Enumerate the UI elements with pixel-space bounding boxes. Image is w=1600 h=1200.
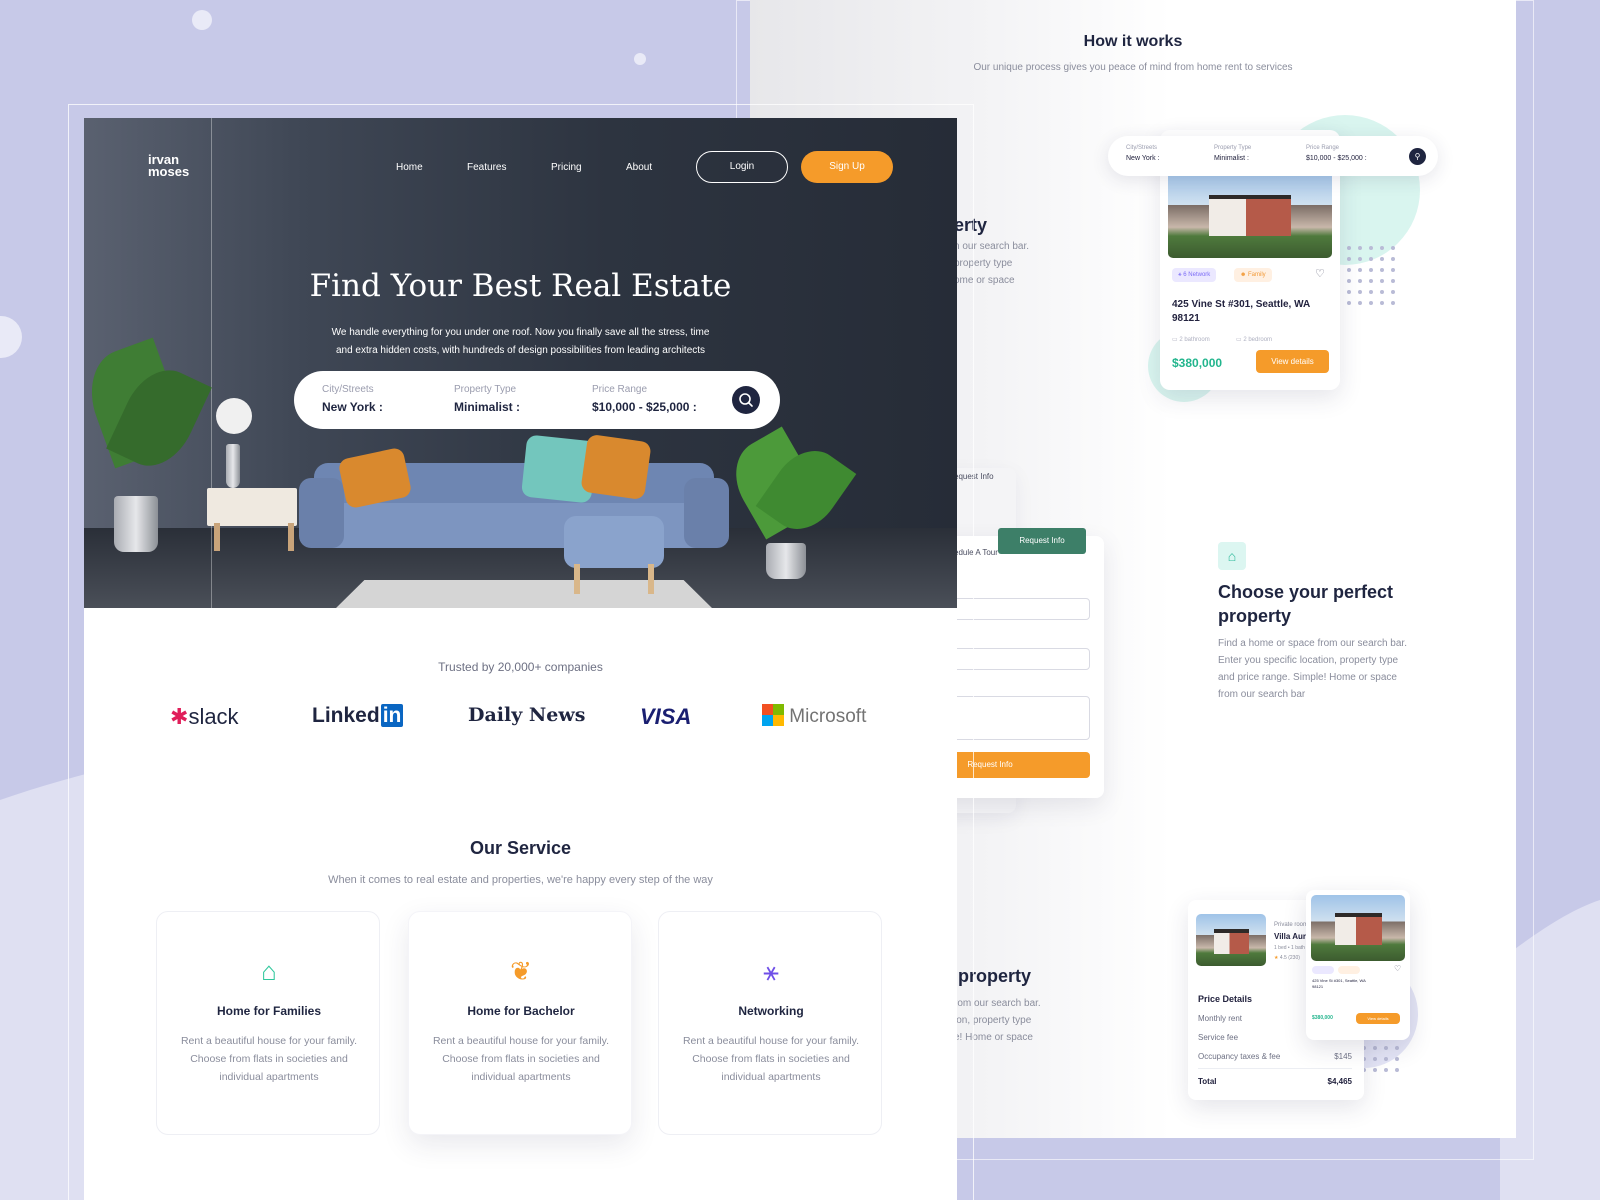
divider [1198, 1068, 1352, 1069]
pillow [580, 433, 652, 501]
mini-property-address: 425 Vine St #301, Seattle, WA 98121 [1312, 978, 1366, 989]
city-select[interactable]: City/Streets New York : [322, 384, 383, 414]
vase [226, 444, 240, 488]
service-card-bachelor[interactable]: ❦ Home for Bachelor Rent a beautiful hou… [408, 911, 632, 1135]
tag-network [1312, 966, 1334, 974]
ottoman-leg [648, 564, 654, 594]
property-search-bar: City/Streets New York : Property Type Mi… [294, 371, 780, 429]
login-button[interactable]: Login [696, 151, 788, 183]
price-details-title: Price Details [1198, 994, 1253, 1004]
visa-logo: VISA [640, 704, 692, 729]
service-card-families[interactable]: ⌂ Home for Families Rent a beautiful hou… [156, 911, 380, 1135]
decor-dot [192, 10, 212, 30]
sofa-arm [299, 478, 344, 548]
mini-type-field[interactable]: Property Type Minimalist : [1214, 145, 1251, 162]
trusted-by-text: Trusted by 20,000+ companies [438, 660, 603, 674]
search-icon[interactable]: ⚲ [1409, 148, 1426, 165]
tag-family: ☻ Family [1234, 268, 1272, 282]
bathroom-count: ▭ 2 bathroom [1172, 337, 1210, 343]
tag-network: ⚹ 6 Network [1172, 268, 1217, 282]
family-icon: ☻ [1240, 272, 1248, 278]
search-icon [739, 393, 753, 407]
room-meta: 1 bed • 1 bath [1274, 945, 1305, 951]
microsoft-icon [762, 704, 784, 726]
step2-text: Find a home or space from our search bar… [1218, 638, 1407, 700]
service-card-networking[interactable]: ⚹ Networking Rent a beautiful house for … [658, 911, 882, 1135]
nav-about[interactable]: About [626, 162, 652, 173]
room-type-label: Private room [1274, 922, 1309, 928]
tag-family [1338, 966, 1360, 974]
service-description: Rent a beautiful house for your family. … [180, 1035, 358, 1083]
hero-rug [334, 580, 714, 608]
mini-price-field[interactable]: Price Range $10,000 - $25,000 : [1306, 145, 1367, 162]
service-description: Rent a beautiful house for your family. … [432, 1035, 610, 1083]
step2-heading: Choose your perfect property [1218, 582, 1394, 626]
property-price: $380,000 [1172, 356, 1223, 370]
tab-request-info[interactable]: Request Info [998, 528, 1086, 554]
decor-dot [634, 53, 646, 65]
side-table [207, 488, 297, 526]
plant-pot [766, 543, 806, 579]
room-image [1196, 914, 1266, 966]
bedroom-count: ▭ 2 bedroom [1236, 337, 1273, 343]
view-details-button[interactable]: View details [1256, 350, 1329, 373]
how-it-works-subtitle: Our unique process gives you peace of mi… [973, 62, 1293, 73]
property-image [1311, 895, 1405, 961]
room-name: Villa Aura [1274, 932, 1311, 941]
house-icon: ⌂ [261, 956, 277, 986]
price-row: Occupancy taxes & fee $145 [1198, 1052, 1352, 1061]
heart-icon[interactable]: ♡ [1394, 964, 1401, 973]
signup-button[interactable]: Sign Up [801, 151, 893, 183]
mini-property-card[interactable]: ♡ 425 Vine St #301, Seattle, WA 98121 $3… [1306, 890, 1410, 1040]
heart-icon[interactable]: ♡ [1315, 267, 1325, 280]
balloons-icon: ❦ [510, 956, 532, 986]
slack-icon: ✱ [170, 704, 189, 729]
nav-features[interactable]: Features [467, 162, 506, 173]
nav-home[interactable]: Home [396, 162, 423, 173]
mini-property-price: $380,000 [1312, 1015, 1333, 1021]
table-leg [288, 523, 294, 551]
property-type-select[interactable]: Property Type Minimalist : [454, 384, 520, 414]
how-it-works-title: How it works [1083, 33, 1183, 50]
microsoft-logo: Microsoft [762, 704, 866, 728]
property-address: 425 Vine St #301, Seattle, WA 98121 [1172, 299, 1310, 324]
hero-subtitle: We handle everything for you under one r… [331, 327, 710, 356]
service-description: Rent a beautiful house for your family. … [682, 1035, 860, 1083]
daily-news-logo: Daily News [468, 704, 586, 726]
hero-section: irvan moses Home Features Pricing About … [84, 118, 957, 608]
service-subtitle: When it comes to real estate and propert… [328, 874, 713, 886]
property-image [1168, 170, 1332, 258]
mini-view-details-button[interactable]: View details [1356, 1013, 1400, 1024]
dot-pattern [1362, 1046, 1399, 1072]
mini-city-field[interactable]: City/Streets New York : [1126, 145, 1159, 162]
ottoman-leg [574, 564, 580, 594]
ottoman [564, 516, 664, 568]
table-leg [214, 523, 220, 551]
slack-logo: ✱slack [170, 704, 239, 729]
mini-search-bar[interactable]: City/Streets New York : Property Type Mi… [1108, 136, 1438, 176]
home-icon: ⌂ [1218, 542, 1246, 570]
landing-page: irvan moses Home Features Pricing About … [84, 118, 957, 1200]
linkedin-logo: Linked in [312, 704, 404, 727]
room-rating: ★ 4.5 (230) [1274, 955, 1300, 961]
price-total-row: Total $4,465 [1198, 1077, 1352, 1086]
search-button[interactable] [732, 386, 760, 414]
hero-title: Find Your Best Real Estate [309, 268, 732, 304]
network-icon: ⚹ [763, 956, 779, 986]
brand-logo[interactable]: irvan moses [148, 153, 189, 178]
plant-pot [114, 496, 158, 552]
price-range-select[interactable]: Price Range $10,000 - $25,000 : [592, 384, 697, 414]
sofa-arm [684, 478, 729, 548]
flower-decoration [216, 398, 252, 434]
nav-pricing[interactable]: Pricing [551, 162, 582, 173]
dot-pattern [1347, 246, 1395, 305]
hero-divider-line [211, 118, 212, 608]
service-title: Our Service [469, 838, 572, 858]
